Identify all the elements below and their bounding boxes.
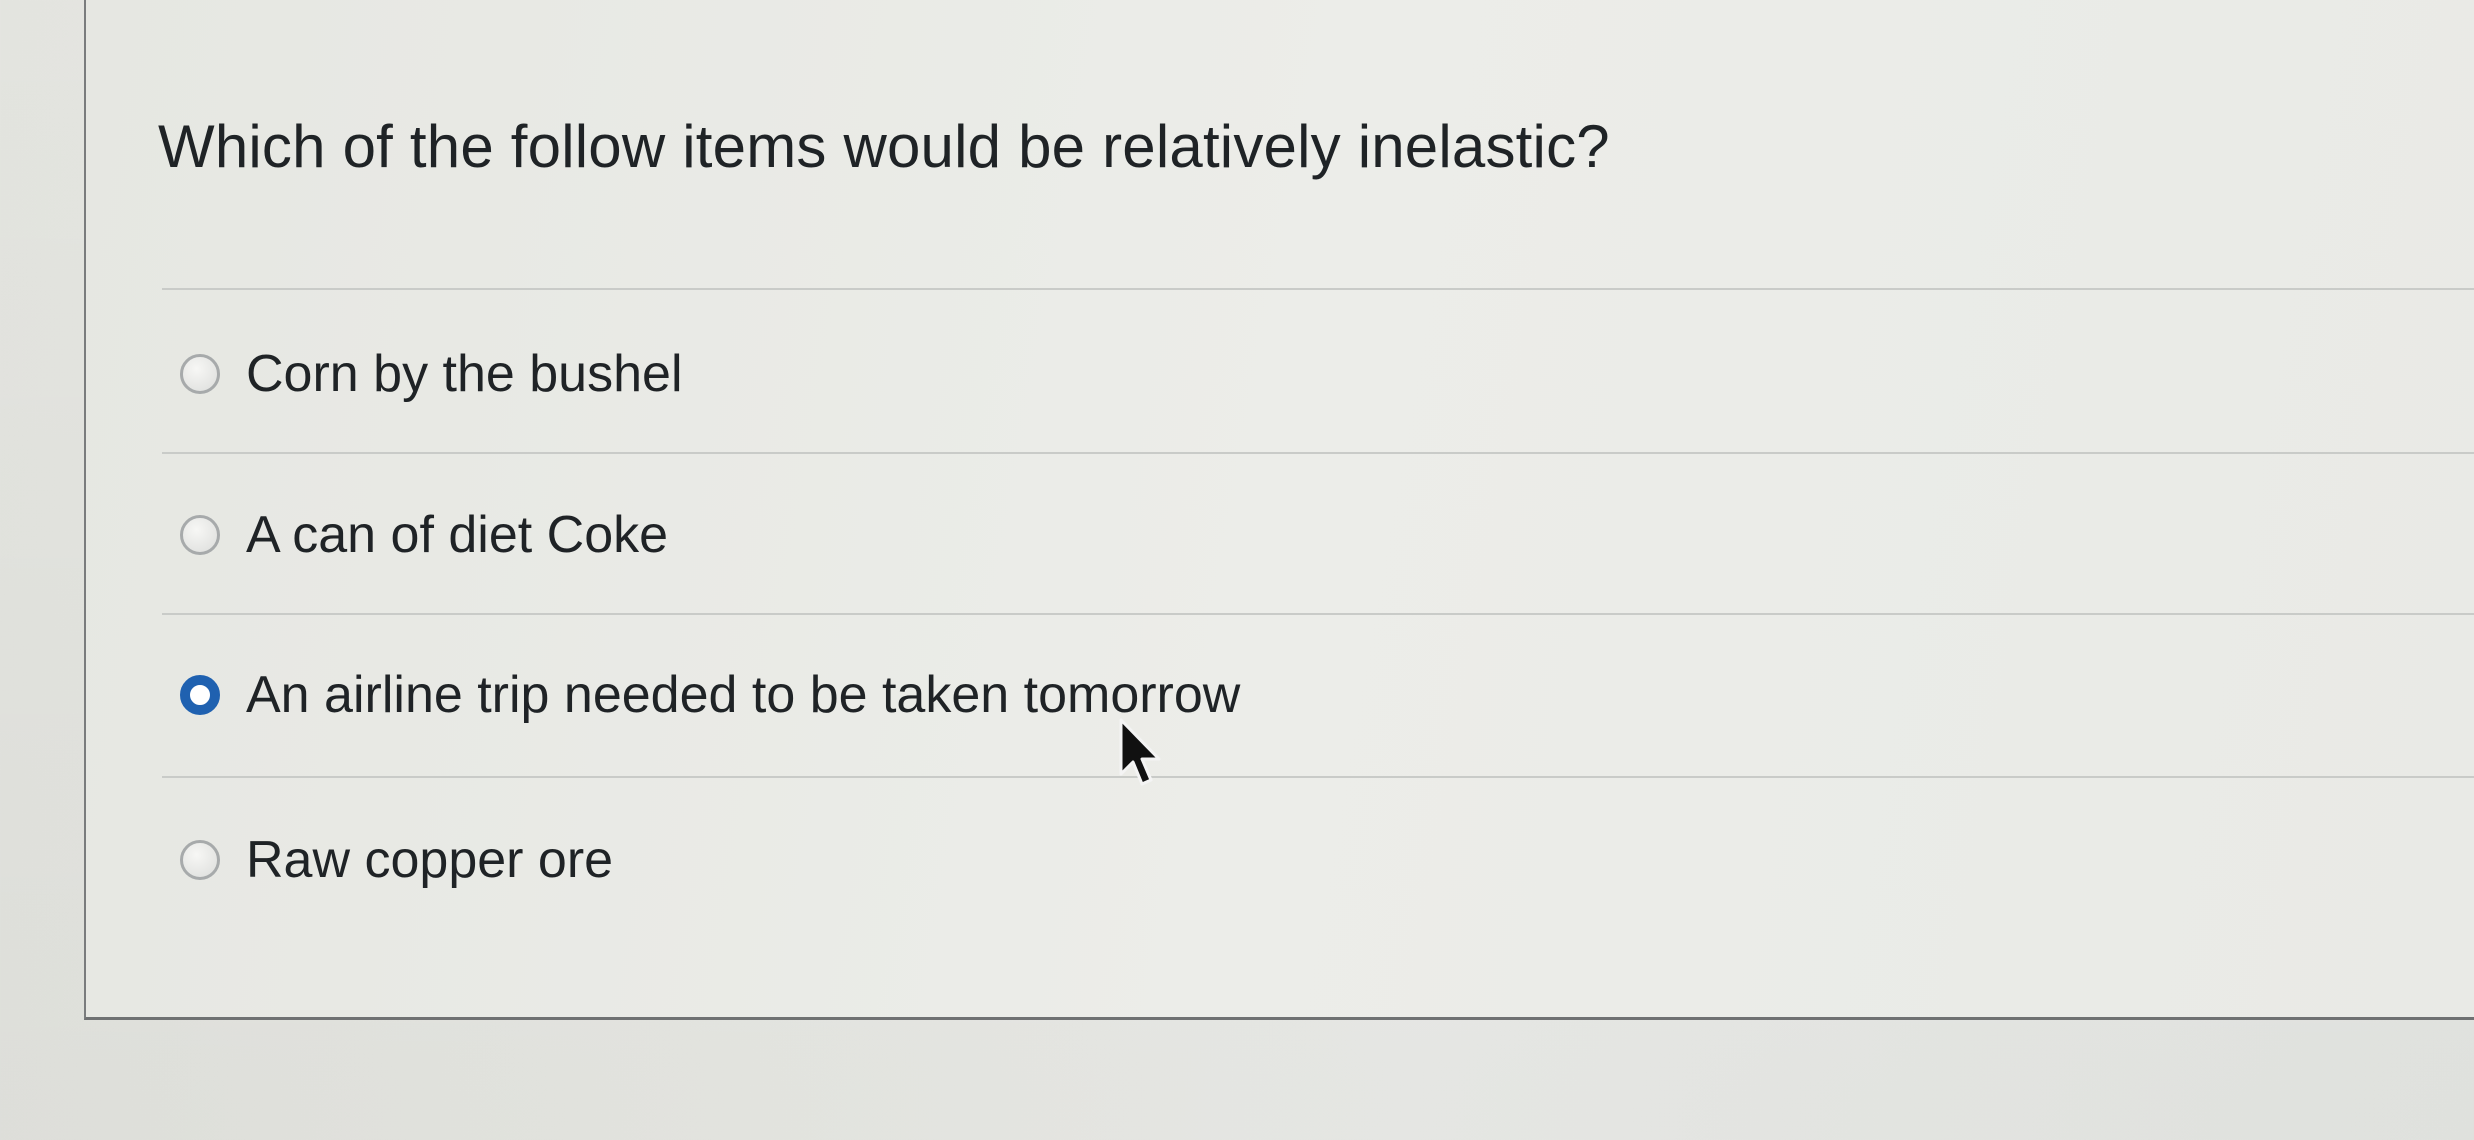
option-label[interactable]: Corn by the bushel <box>246 344 683 404</box>
option-raw-copper-ore[interactable]: Raw copper ore <box>180 820 613 900</box>
option-label[interactable]: A can of diet Coke <box>246 505 668 565</box>
option-divider <box>162 452 2474 454</box>
option-divider <box>162 613 2474 615</box>
mouse-pointer-icon <box>1119 718 1161 786</box>
option-divider <box>162 288 2474 290</box>
option-divider <box>162 776 2474 778</box>
option-corn-by-the-bushel[interactable]: Corn by the bushel <box>180 334 683 414</box>
radio-button-raw-copper-ore[interactable] <box>180 840 220 880</box>
option-label[interactable]: Raw copper ore <box>246 830 613 890</box>
radio-button-an-airline-trip-selected[interactable] <box>180 675 220 715</box>
radio-button-corn-by-the-bushel[interactable] <box>180 354 220 394</box>
option-label[interactable]: An airline trip needed to be taken tomor… <box>246 665 1240 725</box>
radio-button-a-can-of-diet-coke[interactable] <box>180 515 220 555</box>
question-text: Which of the follow items would be relat… <box>158 113 1610 180</box>
option-a-can-of-diet-coke[interactable]: A can of diet Coke <box>180 495 668 575</box>
option-an-airline-trip[interactable]: An airline trip needed to be taken tomor… <box>180 655 1240 735</box>
